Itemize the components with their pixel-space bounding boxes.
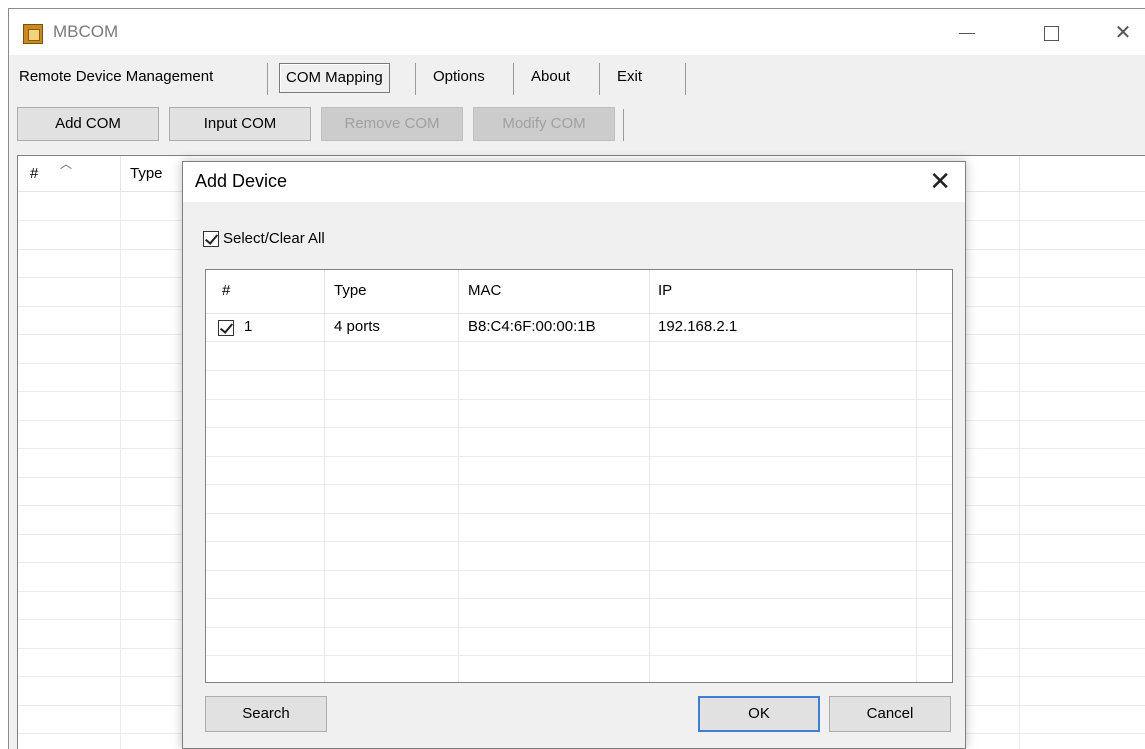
ok-button[interactable]: OK [698,696,820,732]
row-gridline [206,456,952,457]
app-title: MBCOM [53,22,119,41]
dialog-title-bar[interactable]: Add Device ✕ [183,162,965,202]
checkbox-icon[interactable] [218,320,234,337]
dialog-close-icon[interactable]: ✕ [929,168,951,194]
close-icon[interactable]: ✕ [1111,21,1135,45]
device-row[interactable]: 1 4 ports B8:C4:6F:00:00:1B 192.168.2.1 [206,314,952,342]
column-separator[interactable] [649,270,650,314]
minimize-icon[interactable] [955,21,979,45]
add-com-button[interactable]: Add COM [17,107,159,141]
column-header-mac[interactable]: MAC [468,282,501,299]
row-gridline [206,598,952,599]
row-gridline [206,427,952,428]
modify-com-button[interactable]: Modify COM [473,107,615,141]
row-gridline [206,399,952,400]
maximize-icon[interactable] [1039,21,1063,45]
menu-remote-device-management[interactable]: Remote Device Management [13,63,219,93]
row-gridline [206,513,952,514]
device-list-header: # Type MAC IP [206,270,952,314]
row-gridline [206,655,952,656]
app-icon [23,24,43,44]
row-checkbox[interactable] [218,319,234,337]
menu-com-mapping[interactable]: COM Mapping [279,63,390,93]
column-header-type[interactable]: Type [334,282,367,299]
row-ip: 192.168.2.1 [658,318,738,335]
toolbar-separator [623,109,624,141]
checkbox-icon[interactable] [203,231,219,248]
column-gridline [120,192,121,749]
column-separator[interactable] [120,156,121,192]
column-header-type[interactable]: Type [130,156,163,192]
row-gridline [206,541,952,542]
search-button[interactable]: Search [205,696,327,732]
row-gridline [206,627,952,628]
column-separator[interactable] [916,270,917,314]
column-separator[interactable] [324,270,325,314]
row-type: 4 ports [334,318,380,335]
column-separator[interactable] [1019,156,1020,192]
row-gridline [206,484,952,485]
column-separator[interactable] [458,270,459,314]
select-all-checkbox[interactable]: Select/Clear All [203,228,325,250]
menu-exit[interactable]: Exit [611,63,648,93]
sort-ascending-icon[interactable]: ︿ [60,158,72,170]
input-com-button[interactable]: Input COM [169,107,311,141]
select-all-label: Select/Clear All [223,230,325,247]
column-header-number[interactable]: # [222,282,230,299]
menu-separator [415,63,416,95]
add-device-dialog: Add Device ✕ Select/Clear All # Type MAC… [182,161,966,749]
remove-com-button[interactable]: Remove COM [321,107,463,141]
menu-separator [685,63,686,95]
toolbar: Add COM Input COM Remove COM Modify COM [9,107,1145,147]
column-header-ip[interactable]: IP [658,282,672,299]
dialog-title: Add Device [195,171,288,191]
row-mac: B8:C4:6F:00:00:1B [468,318,596,335]
menu-bar: Remote Device Management COM Mapping Opt… [9,59,1145,95]
cancel-button[interactable]: Cancel [829,696,951,732]
menu-options[interactable]: Options [427,63,491,93]
row-number: 1 [244,318,253,335]
title-bar[interactable]: MBCOM ✕ [9,9,1145,55]
row-gridline [206,570,952,571]
row-gridline [206,370,952,371]
column-gridline [1019,192,1020,749]
device-list[interactable]: # Type MAC IP 1 4 ports B8:C4:6F:00:00:1… [205,269,953,683]
menu-separator [267,63,268,95]
menu-separator [513,63,514,95]
column-header-number[interactable]: # [30,156,38,192]
menu-separator [599,63,600,95]
menu-about[interactable]: About [525,63,576,93]
